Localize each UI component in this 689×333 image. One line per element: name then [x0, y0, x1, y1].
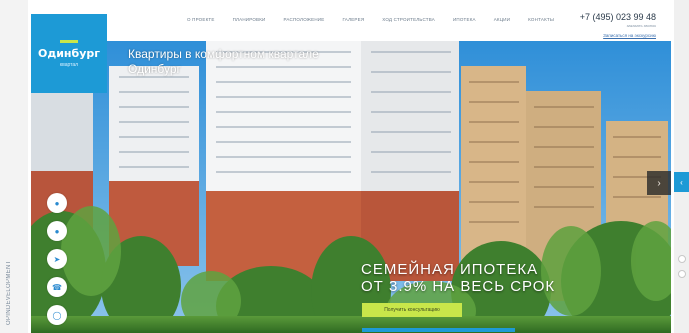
nav-item-about[interactable]: О ПРОЕКТЕ	[178, 17, 224, 22]
right-rail: ‹	[674, 0, 689, 333]
promo-underline	[362, 328, 515, 332]
nav-item-location[interactable]: РАСПОЛОЖЕНИЕ	[275, 17, 334, 22]
slide-dot[interactable]	[678, 255, 686, 263]
slide-dot[interactable]	[678, 270, 686, 278]
logo[interactable]: Одинбург квартал	[31, 14, 107, 93]
excursion-link[interactable]: Записаться на экскурсию	[603, 33, 656, 38]
main-nav: О ПРОЕКТЕ ПЛАНИРОВКИ РАСПОЛОЖЕНИЕ ГАЛЕРЕ…	[178, 17, 563, 22]
nav-item-gallery[interactable]: ГАЛЕРЕЯ	[333, 17, 373, 22]
hero-banner: Квартиры в комфортном квартале Одинбург …	[31, 41, 671, 333]
side-panel-toggle[interactable]: ‹	[674, 172, 689, 192]
vk-icon[interactable]: ●	[47, 193, 67, 213]
promo-rate: ОТ 3.9% НА ВЕСЬ СРОК	[361, 278, 556, 295]
telegram-icon[interactable]: ➤	[47, 249, 67, 269]
chevron-right-icon: ›	[657, 177, 661, 189]
hero-image	[31, 41, 671, 333]
page: OPINDEVELOPMENT О ПРОЕКТЕ ПЛАНИРОВКИ РАС…	[0, 0, 689, 333]
consultation-button[interactable]: Получить консультацию	[362, 303, 462, 317]
ok-icon[interactable]: ●	[47, 221, 67, 241]
promo-headline: СЕМЕЙНАЯ ИПОТЕКА	[361, 261, 539, 278]
logo-name: Одинбург	[37, 46, 100, 60]
nav-item-plans[interactable]: ПЛАНИРОВКИ	[224, 17, 275, 22]
callback-link[interactable]: заказать звонок	[627, 23, 656, 28]
logo-subtitle: квартал	[59, 61, 79, 68]
phone-number[interactable]: +7 (495) 023 99 48	[580, 12, 656, 22]
slider-next-button[interactable]: ›	[647, 171, 671, 195]
left-rail: OPINDEVELOPMENT	[0, 0, 28, 333]
chevron-left-icon: ‹	[680, 177, 683, 187]
developer-brand: OPINDEVELOPMENT	[6, 260, 12, 325]
viber-icon[interactable]: ☎	[47, 277, 67, 297]
logo-mark-icon	[60, 39, 78, 43]
hero-title: Квартиры в комфортном квартале Одинбург	[128, 47, 319, 76]
instagram-icon[interactable]: ◯	[47, 305, 67, 325]
nav-item-offers[interactable]: АКЦИИ	[485, 17, 519, 22]
nav-item-mortgage[interactable]: ИПОТЕКА	[444, 17, 485, 22]
nav-item-construction[interactable]: ХОД СТРОИТЕЛЬСТВА	[373, 17, 444, 22]
nav-item-contacts[interactable]: КОНТАКТЫ	[519, 17, 563, 22]
header: О ПРОЕКТЕ ПЛАНИРОВКИ РАСПОЛОЖЕНИЕ ГАЛЕРЕ…	[28, 0, 674, 41]
